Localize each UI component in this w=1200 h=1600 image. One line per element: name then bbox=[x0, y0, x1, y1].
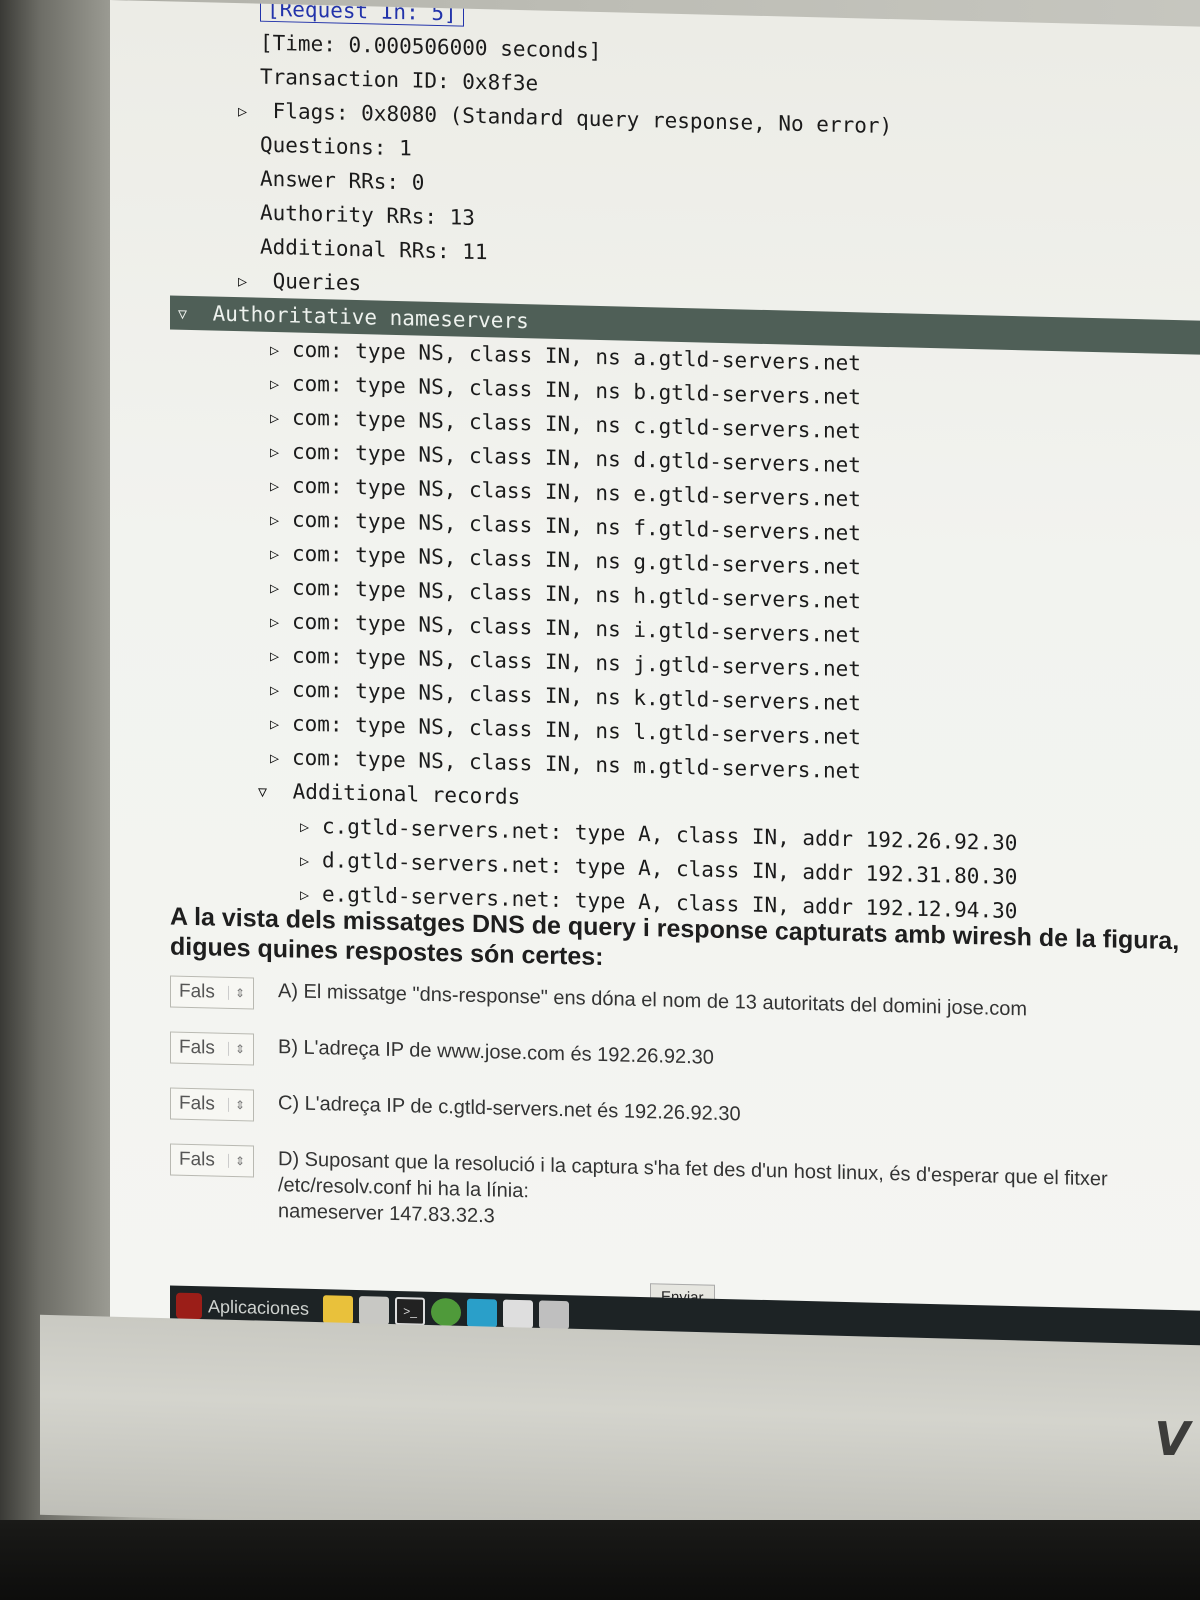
expand-triangle-icon[interactable]: ▷ bbox=[300, 810, 322, 845]
select-value: Fals bbox=[179, 1036, 215, 1059]
expand-triangle-icon[interactable]: ▷ bbox=[270, 639, 292, 674]
monitor-brand-logo: V bbox=[1154, 1412, 1190, 1466]
folder-icon[interactable] bbox=[323, 1295, 354, 1324]
answer-rrs-text: Answer RRs: 0 bbox=[260, 166, 425, 195]
collapse-triangle-icon[interactable]: ▽ bbox=[258, 775, 280, 810]
additional-rrs-text: Additional RRs: 11 bbox=[260, 234, 488, 265]
answer-text: B) L'adreça IP de www.jose.com és 192.26… bbox=[278, 1036, 714, 1069]
answer-item: Fals ⇕ C) L'adreça IP de c.gtld-servers.… bbox=[170, 1087, 1200, 1144]
transaction-id-text: Transaction ID: 0x8f3e bbox=[260, 64, 539, 96]
terminal-icon[interactable]: >_ bbox=[395, 1296, 426, 1326]
answer-select[interactable]: Fals ⇕ bbox=[170, 1143, 254, 1178]
chevron-updown-icon: ⇕ bbox=[227, 1041, 245, 1057]
answer-item: Fals ⇕ B) L'adreça IP de www.jose.com és… bbox=[170, 1031, 1200, 1088]
expand-triangle-icon[interactable]: ▷ bbox=[270, 469, 292, 504]
answer-text: D) Suposant que la resolució i la captur… bbox=[278, 1146, 1198, 1246]
expand-triangle-icon[interactable]: ▷ bbox=[270, 707, 292, 742]
chevron-updown-icon: ⇕ bbox=[227, 1153, 245, 1169]
calculator-icon[interactable] bbox=[539, 1300, 570, 1330]
leaf-icon[interactable] bbox=[431, 1297, 462, 1327]
packet-details-pane: [Request In: 5] [Time: 0.000506000 secon… bbox=[170, 0, 1200, 933]
expand-triangle-icon[interactable]: ▷ bbox=[270, 401, 292, 436]
answer-text: A) El missatge "dns-response" ens dóna e… bbox=[278, 980, 1028, 1021]
expand-triangle-icon[interactable]: ▷ bbox=[270, 503, 292, 538]
expand-triangle-icon[interactable]: ▷ bbox=[270, 605, 292, 640]
answer-select[interactable]: Fals ⇕ bbox=[170, 975, 254, 1010]
questions-text: Questions: 1 bbox=[260, 132, 412, 161]
answer-text: C) L'adreça IP de c.gtld-servers.net és … bbox=[278, 1092, 741, 1126]
additional-header-text: Additional records bbox=[292, 779, 521, 810]
chevron-updown-icon: ⇕ bbox=[227, 1097, 245, 1113]
answer-select[interactable]: Fals ⇕ bbox=[170, 1087, 254, 1122]
expand-triangle-icon[interactable]: ▷ bbox=[270, 435, 292, 470]
expand-triangle-icon[interactable]: ▷ bbox=[270, 537, 292, 572]
time-text: [Time: 0.000506000 seconds] bbox=[260, 30, 602, 64]
expand-triangle-icon[interactable]: ▷ bbox=[270, 571, 292, 606]
desk bbox=[0, 1520, 1200, 1600]
browser-icon[interactable] bbox=[467, 1298, 498, 1328]
screen: [Request In: 5] [Time: 0.000506000 secon… bbox=[110, 0, 1200, 1373]
select-value: Fals bbox=[179, 980, 215, 1003]
answer-item: Fals ⇕ D) Suposant que la resolució i la… bbox=[170, 1143, 1200, 1246]
expand-triangle-icon[interactable]: ▷ bbox=[238, 94, 260, 129]
applications-label: Aplicaciones bbox=[208, 1295, 310, 1319]
files-icon[interactable] bbox=[359, 1296, 390, 1325]
monitor-bezel-bottom bbox=[40, 1314, 1200, 1546]
expand-triangle-icon[interactable]: ▷ bbox=[270, 333, 292, 368]
expand-triangle-icon[interactable]: ▷ bbox=[270, 673, 292, 708]
authority-rrs-text: Authority RRs: 13 bbox=[260, 200, 475, 230]
expand-triangle-icon[interactable]: ▷ bbox=[270, 741, 292, 776]
expand-triangle-icon[interactable]: ▷ bbox=[238, 264, 260, 299]
queries-text: Queries bbox=[272, 268, 362, 296]
expand-triangle-icon[interactable]: ▷ bbox=[270, 367, 292, 402]
quiz-question: A la vista dels missatges DNS de query i… bbox=[170, 901, 1200, 1270]
applications-logo-icon bbox=[176, 1292, 202, 1320]
answer-item: Fals ⇕ A) El missatge "dns-response" ens… bbox=[170, 975, 1200, 1032]
chevron-updown-icon: ⇕ bbox=[227, 985, 245, 1001]
collapse-triangle-icon[interactable]: ▽ bbox=[178, 297, 200, 332]
select-value: Fals bbox=[179, 1148, 215, 1171]
applications-menu[interactable]: Aplicaciones bbox=[176, 1292, 310, 1322]
authoritative-header-text: Authoritative nameservers bbox=[212, 301, 529, 334]
answer-select[interactable]: Fals ⇕ bbox=[170, 1031, 254, 1066]
editor-icon[interactable] bbox=[503, 1299, 534, 1329]
expand-triangle-icon[interactable]: ▷ bbox=[300, 844, 322, 879]
select-value: Fals bbox=[179, 1092, 215, 1115]
